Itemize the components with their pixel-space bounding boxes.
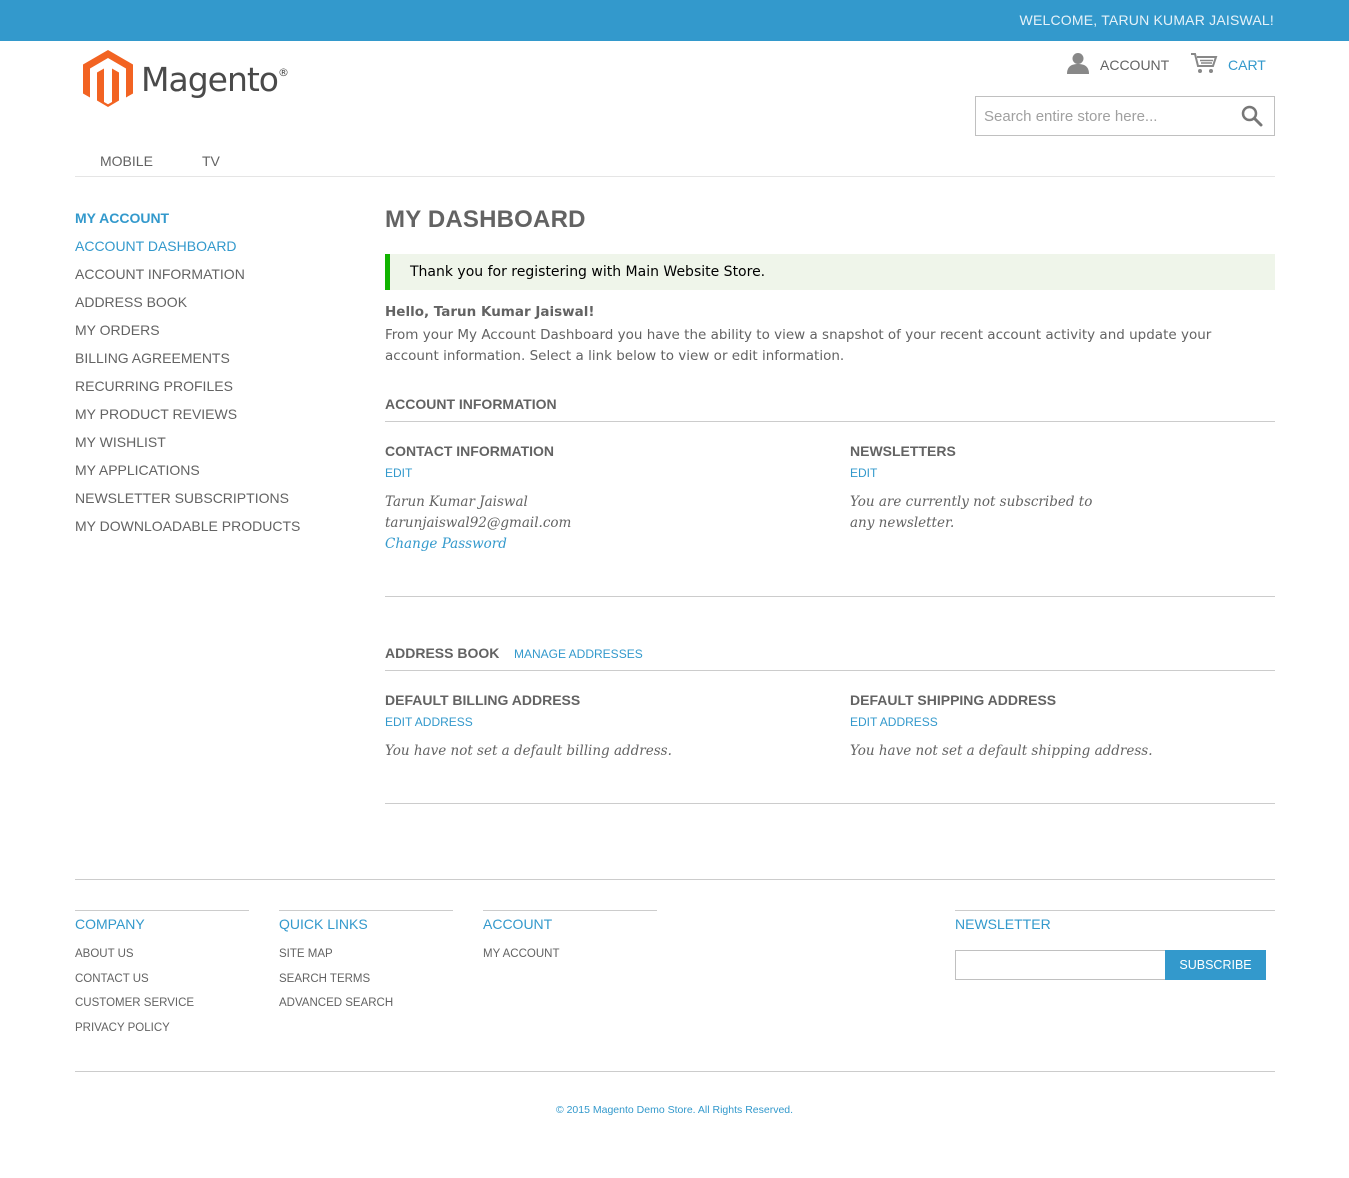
footer-link-about-us[interactable]: ABOUT US <box>75 947 249 972</box>
footer-newsletter-title: NEWSLETTER <box>955 916 1051 932</box>
divider <box>385 670 1275 671</box>
footer-newsletter: NEWSLETTER SUBSCRIBE <box>955 910 1275 980</box>
welcome-message: WELCOME, TARUN KUMAR JAISWAL! <box>1019 12 1274 28</box>
shipping-address-title: DEFAULT SHIPPING ADDRESS <box>850 692 1057 708</box>
footer-link-site-map[interactable]: SITE MAP <box>279 947 453 972</box>
footer-link-privacy-policy[interactable]: PRIVACY POLICY <box>75 1021 249 1046</box>
footer-link-my-account[interactable]: MY ACCOUNT <box>483 947 657 972</box>
account-sidebar: MY ACCOUNT ACCOUNT DASHBOARD ACCOUNT INF… <box>75 210 355 546</box>
search-button[interactable] <box>1241 105 1265 129</box>
sidebar-item-account-dashboard[interactable]: ACCOUNT DASHBOARD <box>75 238 355 266</box>
copyright: © 2015 Magento Demo Store. All Rights Re… <box>555 1104 794 1116</box>
magento-logo-icon <box>83 50 133 107</box>
shipping-edit-address-link[interactable]: EDIT ADDRESS <box>850 715 938 729</box>
main-navigation: MOBILE TV <box>75 148 1275 177</box>
footer-link-customer-service[interactable]: CUSTOMER SERVICE <box>75 996 249 1021</box>
contact-name: Tarun Kumar Jaiswal <box>385 494 528 510</box>
sidebar-item-account-information[interactable]: ACCOUNT INFORMATION <box>75 266 355 294</box>
billing-address-title: DEFAULT BILLING ADDRESS <box>385 692 581 708</box>
footer-divider <box>75 879 1275 880</box>
footer-company-title: COMPANY <box>75 916 145 932</box>
contact-information-title: CONTACT INFORMATION <box>385 443 555 459</box>
success-message: Thank you for registering with Main Webs… <box>385 254 1275 290</box>
divider <box>385 596 1275 597</box>
billing-address-status: You have not set a default billing addre… <box>385 743 672 759</box>
store-logo[interactable]: Magento® <box>83 50 289 108</box>
sidebar-item-my-downloadable-products[interactable]: MY DOWNLOADABLE PRODUCTS <box>75 518 355 546</box>
newsletter-email-input[interactable] <box>955 950 1166 980</box>
divider <box>385 421 1275 422</box>
sidebar-item-newsletter-subscriptions[interactable]: NEWSLETTER SUBSCRIPTIONS <box>75 490 355 518</box>
logo-wordmark: Magento® <box>141 59 289 99</box>
search-input[interactable] <box>976 97 1234 135</box>
cart-link-label: CART <box>1228 56 1266 73</box>
dashboard-intro: From your My Account Dashboard you have … <box>385 327 1212 364</box>
sidebar-title: MY ACCOUNT <box>75 210 170 226</box>
cart-link[interactable]: CART <box>1190 52 1266 77</box>
user-icon <box>1066 52 1090 77</box>
account-link-label: ACCOUNT <box>1100 56 1170 73</box>
sidebar-item-address-book[interactable]: ADDRESS BOOK <box>75 294 355 322</box>
footer-divider <box>75 1071 1275 1072</box>
search-icon <box>1241 105 1263 127</box>
sidebar-item-my-wishlist[interactable]: MY WISHLIST <box>75 434 355 462</box>
footer-account-title: ACCOUNT <box>483 916 553 932</box>
newsletters-title: NEWSLETTERS <box>850 443 956 459</box>
search-form <box>975 96 1275 136</box>
top-welcome-bar: WELCOME, TARUN KUMAR JAISWAL! <box>0 0 1349 41</box>
sidebar-item-billing-agreements[interactable]: BILLING AGREEMENTS <box>75 350 355 378</box>
shipping-address-status: You have not set a default shipping addr… <box>850 743 1153 759</box>
footer-account: ACCOUNT MY ACCOUNT <box>483 910 657 972</box>
subscribe-button[interactable]: SUBSCRIBE <box>1165 950 1266 980</box>
contact-details: Tarun Kumar Jaiswal tarunjaiswal92@gmail… <box>385 492 571 555</box>
nav-item-mobile[interactable]: MOBILE <box>100 153 153 169</box>
address-book-title: ADDRESS BOOK <box>385 645 500 661</box>
hello-greeting: Hello, Tarun Kumar Jaiswal! <box>385 304 595 320</box>
nav-item-tv[interactable]: TV <box>202 153 220 169</box>
footer-link-contact-us[interactable]: CONTACT US <box>75 972 249 997</box>
newsletters-edit-link[interactable]: EDIT <box>850 466 877 480</box>
contact-edit-link[interactable]: EDIT <box>385 466 412 480</box>
success-message-text: Thank you for registering with Main Webs… <box>410 264 766 280</box>
sidebar-item-my-orders[interactable]: MY ORDERS <box>75 322 355 350</box>
account-link[interactable]: ACCOUNT <box>1066 52 1169 77</box>
footer-quick-links: QUICK LINKS SITE MAP SEARCH TERMS ADVANC… <box>279 910 453 1021</box>
change-password-link[interactable]: Change Password <box>385 534 571 555</box>
billing-edit-address-link[interactable]: EDIT ADDRESS <box>385 715 473 729</box>
newsletter-status: You are currently not subscribed to any … <box>850 494 1093 531</box>
footer-company: COMPANY ABOUT US CONTACT US CUSTOMER SER… <box>75 910 249 1045</box>
footer-quick-links-title: QUICK LINKS <box>279 916 368 932</box>
sidebar-item-my-applications[interactable]: MY APPLICATIONS <box>75 462 355 490</box>
dashboard-main: MY DASHBOARD Thank you for registering w… <box>385 206 1275 804</box>
manage-addresses-link[interactable]: MANAGE ADDRESSES <box>514 647 643 661</box>
footer-link-search-terms[interactable]: SEARCH TERMS <box>279 972 453 997</box>
sidebar-item-my-product-reviews[interactable]: MY PRODUCT REVIEWS <box>75 406 355 434</box>
sidebar-item-recurring-profiles[interactable]: RECURRING PROFILES <box>75 378 355 406</box>
divider <box>385 803 1275 804</box>
contact-email: tarunjaiswal92@gmail.com <box>385 515 572 531</box>
page-title: MY DASHBOARD <box>385 206 586 233</box>
cart-icon <box>1190 52 1218 77</box>
footer-link-advanced-search[interactable]: ADVANCED SEARCH <box>279 996 453 1021</box>
account-information-title: ACCOUNT INFORMATION <box>385 396 557 412</box>
